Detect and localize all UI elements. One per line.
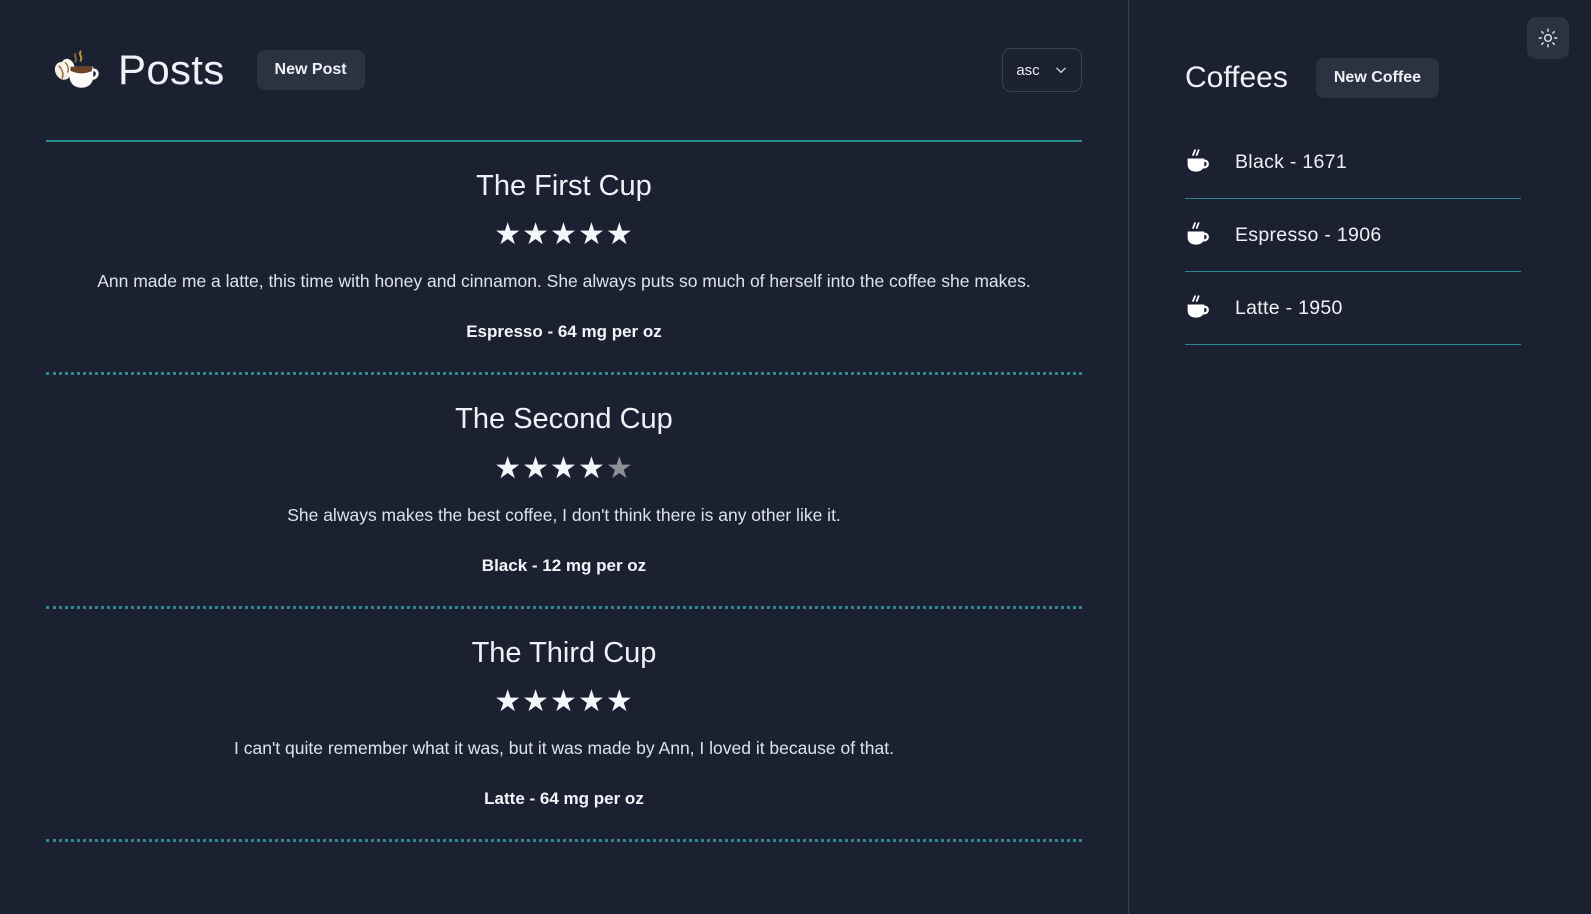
star-icon: ★	[522, 684, 551, 718]
post-body: She always makes the best coffee, I don'…	[287, 504, 841, 525]
post-body: I can't quite remember what it was, but …	[234, 737, 894, 758]
star-icon: ★	[494, 684, 523, 718]
sun-icon	[1538, 28, 1558, 48]
post-divider	[46, 838, 1082, 842]
coffee-list-item[interactable]: Black - 1671	[1185, 126, 1521, 199]
post-body: Ann made me a latte, this time with hone…	[97, 271, 1031, 292]
post-coffee-meta: Black - 12 mg per oz	[481, 555, 647, 575]
sort-order-value: asc	[1016, 61, 1040, 79]
post-rating: ★★★★★	[0, 218, 1128, 251]
theme-toggle-button[interactable]	[1527, 17, 1569, 59]
post-item[interactable]: The First Cup ★★★★★ Ann made me a latte,…	[0, 142, 1128, 372]
star-icon: ★	[577, 451, 606, 485]
coffees-title: Coffees	[1185, 61, 1288, 94]
posts-header: Posts New Post asc	[46, 0, 1082, 140]
star-icon: ★	[550, 451, 578, 485]
post-title: The First Cup	[476, 170, 652, 202]
coffee-list-item[interactable]: Espresso - 1906	[1185, 199, 1521, 272]
chevron-down-icon	[1054, 63, 1068, 77]
star-icon: ★	[522, 218, 551, 252]
post-title: The Second Cup	[455, 403, 673, 436]
coffee-label: Espresso - 1906	[1235, 223, 1382, 246]
post-coffee-meta: Latte - 64 mg per oz	[484, 788, 644, 808]
coffee-cup-icon	[1185, 148, 1213, 176]
post-item[interactable]: The Third Cup ★★★★★ I can't quite rememb…	[0, 609, 1128, 839]
star-icon: ★	[494, 218, 523, 252]
coffee-label: Black - 1671	[1235, 150, 1347, 173]
coffees-panel: Coffees New Coffee Black - 1671 Espresso…	[1128, 0, 1591, 914]
coffee-label: Latte - 1950	[1235, 296, 1343, 319]
star-icon: ★	[522, 451, 551, 485]
posts-header-wrap: Posts New Post asc	[0, 0, 1128, 140]
sort-order-select[interactable]: asc	[1002, 48, 1082, 92]
star-icon: ★	[550, 218, 578, 252]
star-icon: ★	[494, 451, 523, 485]
posts-panel: Posts New Post asc The First Cup ★★★★★ A…	[0, 0, 1128, 914]
coffee-list-item[interactable]: Latte - 1950	[1185, 272, 1521, 345]
star-icon: ★	[605, 451, 634, 485]
post-item[interactable]: The Second Cup ★★★★★ She always makes th…	[0, 375, 1128, 605]
star-icon: ★	[550, 684, 578, 718]
star-icon: ★	[605, 684, 634, 718]
star-icon: ★	[577, 684, 606, 718]
new-post-button[interactable]: New Post	[256, 50, 365, 90]
coffee-cup-icon	[1185, 294, 1213, 322]
page-title: Posts	[118, 46, 225, 93]
new-coffee-button[interactable]: New Coffee	[1315, 58, 1439, 98]
posts-list: The First Cup ★★★★★ Ann made me a latte,…	[0, 142, 1128, 842]
star-icon: ★	[605, 218, 634, 252]
post-rating: ★★★★★	[0, 685, 1128, 718]
coffees-header: Coffees New Coffee	[1129, 0, 1591, 98]
coffee-cup-beans-logo-icon	[46, 43, 100, 97]
post-title: The Third Cup	[471, 636, 657, 669]
coffee-cup-icon	[1185, 221, 1213, 249]
post-rating: ★★★★★	[0, 452, 1128, 485]
coffee-list: Black - 1671 Espresso - 1906 Latte - 195…	[1129, 126, 1591, 345]
post-coffee-meta: Espresso - 64 mg per oz	[466, 322, 662, 342]
star-icon: ★	[577, 218, 606, 252]
app-root: Posts New Post asc The First Cup ★★★★★ A…	[0, 0, 1591, 914]
